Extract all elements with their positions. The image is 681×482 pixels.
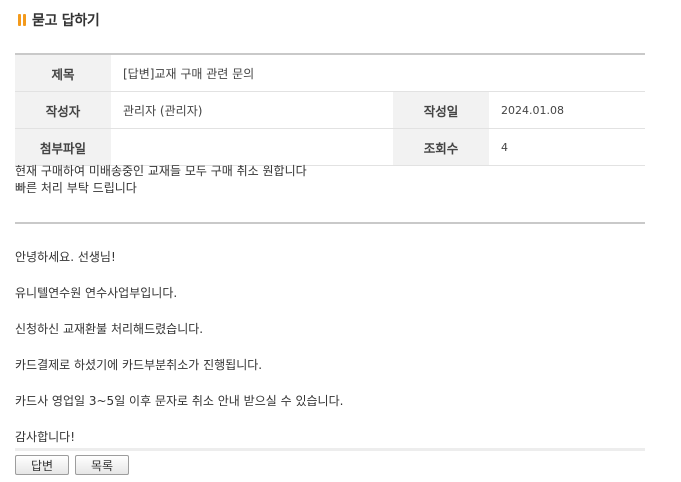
date-value: 2024.01.08 xyxy=(501,103,564,117)
content-divider xyxy=(15,222,645,224)
page-title: 묻고 답하기 xyxy=(32,13,100,29)
answer-paragraph: 카드사 영업일 3~5일 이후 문자로 취소 안내 받으실 수 있습니다. xyxy=(15,394,344,408)
question-line: 현재 구매하여 미배송중인 교재들 모두 구매 취소 원합니다 xyxy=(15,164,307,178)
author-label: 작성자 xyxy=(15,92,111,128)
page-header: 묻고 답하기 xyxy=(18,10,100,30)
title-marker-icon xyxy=(18,14,26,26)
author-row: 작성자 관리자 (관리자) 작성일 2024.01.08 xyxy=(15,92,645,129)
list-button[interactable]: 목록 xyxy=(75,455,129,475)
reply-button[interactable]: 답변 xyxy=(15,455,69,475)
views-value: 4 xyxy=(501,140,508,154)
bottom-divider xyxy=(15,448,645,451)
answer-body: 안녕하세요. 선생님! 유니텔연수원 연수사업부입니다. 신청하신 교재환불 처… xyxy=(15,248,645,464)
answer-paragraph: 안녕하세요. 선생님! xyxy=(15,250,116,264)
question-line: 빠른 처리 부탁 드립니다 xyxy=(15,181,137,195)
subject-value: [답변]교재 구매 관련 문의 xyxy=(123,66,255,81)
answer-paragraph: 감사합니다! xyxy=(15,430,76,444)
attachment-label: 첨부파일 xyxy=(15,129,111,165)
attachment-row: 첨부파일 조회수 4 xyxy=(15,129,645,166)
question-body: 현재 구매하여 미배송중인 교재들 모두 구매 취소 원합니다 빠른 처리 부탁… xyxy=(15,163,307,197)
answer-paragraph: 신청하신 교재환불 처리해드렸습니다. xyxy=(15,322,204,336)
post-info-table: 제목 [답변]교재 구매 관련 문의 작성자 관리자 (관리자) 작성일 202… xyxy=(15,53,645,166)
subject-row: 제목 [답변]교재 구매 관련 문의 xyxy=(15,55,645,92)
subject-label: 제목 xyxy=(15,55,111,91)
answer-paragraph: 유니텔연수원 연수사업부입니다. xyxy=(15,286,178,300)
answer-paragraph: 카드결제로 하셨기에 카드부분취소가 진행됩니다. xyxy=(15,358,263,372)
views-label: 조회수 xyxy=(393,129,489,165)
author-value: 관리자 (관리자) xyxy=(123,103,203,118)
attachment-value[interactable] xyxy=(111,129,393,165)
date-label: 작성일 xyxy=(393,92,489,128)
